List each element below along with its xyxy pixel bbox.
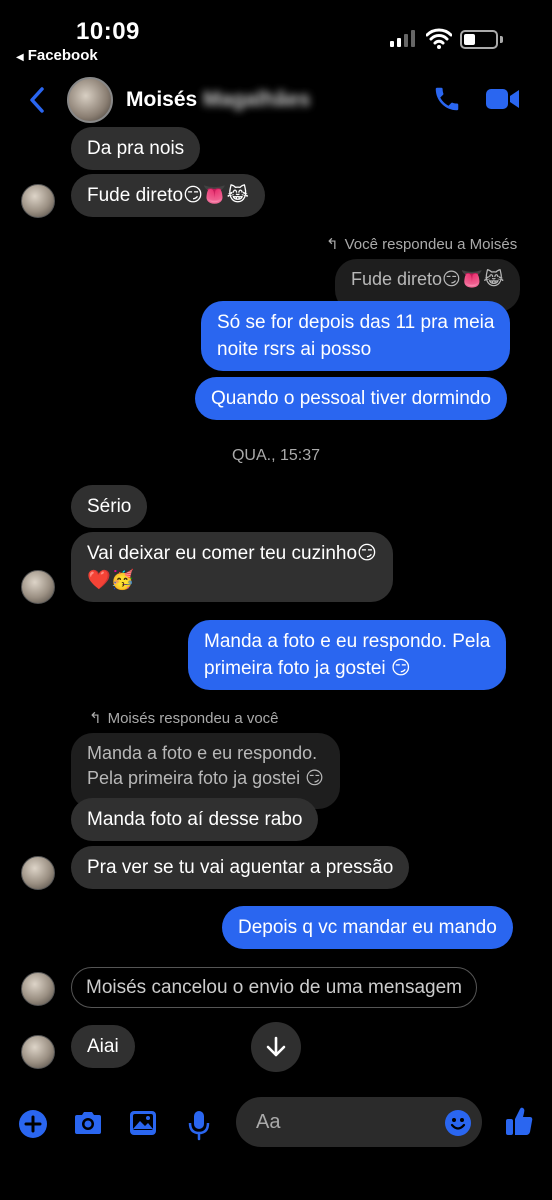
image-icon[interactable] — [128, 1109, 158, 1137]
sender-avatar — [21, 184, 55, 218]
battery-icon — [460, 30, 498, 49]
message-input[interactable]: Aa — [236, 1097, 482, 1147]
thumbs-up-icon[interactable] — [504, 1105, 534, 1137]
reply-label-text: Moisés respondeu a você — [107, 710, 279, 727]
scroll-to-bottom-button[interactable] — [251, 1022, 301, 1072]
message-line: ❤️🥳 — [87, 570, 135, 591]
back-triangle-icon: ◀ — [16, 52, 24, 63]
unsent-message-notice: Moisés cancelou o envio de uma mensagem — [71, 967, 477, 1008]
video-camera-icon[interactable] — [485, 86, 521, 112]
status-bar: 10:09 ◀ Facebook — [0, 0, 552, 70]
message-line: primeira foto ja gostei 😏 — [204, 658, 411, 679]
message-line: Vai deixar eu comer teu cuzinho😏 — [87, 543, 377, 564]
message-line: noite rsrs ai posso — [217, 339, 372, 360]
incoming-message[interactable]: Pra ver se tu vai aguentar a pressão — [71, 846, 410, 889]
reply-label-text: Você respondeu a Moisés — [344, 236, 518, 253]
camera-icon[interactable] — [72, 1109, 104, 1137]
message-input-placeholder: Aa — [256, 1111, 281, 1133]
wifi-icon — [426, 28, 452, 49]
incoming-message[interactable]: Sério — [71, 485, 148, 528]
outgoing-message[interactable]: Só se for depois das 11 pra meia noite r… — [201, 301, 511, 371]
incoming-message[interactable]: Vai deixar eu comer teu cuzinho😏 ❤️🥳 — [71, 532, 393, 602]
back-arrow-icon[interactable] — [24, 84, 52, 116]
status-time: 10:09 — [76, 18, 140, 45]
emoji-icon[interactable] — [444, 1109, 472, 1137]
contact-last-name-blurred: Magalhães — [203, 88, 311, 111]
reply-label: ↰ Você respondeu a Moisés — [326, 235, 517, 253]
reply-arrow-icon: ↰ — [89, 710, 102, 727]
sender-avatar — [21, 570, 55, 604]
incoming-message[interactable]: Da pra nois — [71, 127, 201, 170]
reply-label: ↰ Moisés respondeu a você — [89, 709, 279, 727]
incoming-message[interactable]: Aiai — [71, 1025, 135, 1068]
outgoing-message[interactable]: Quando o pessoal tiver dormindo — [195, 377, 507, 420]
timestamp-divider: QUA., 15:37 — [231, 447, 321, 464]
arrow-down-icon — [266, 1036, 286, 1057]
back-to-app-link[interactable]: ◀ Facebook — [16, 47, 98, 64]
conversation-header: Moisés Magalhães — [0, 72, 552, 128]
microphone-icon[interactable] — [186, 1109, 212, 1141]
phone-icon[interactable] — [432, 84, 462, 114]
reply-arrow-icon: ↰ — [326, 236, 339, 253]
plus-icon[interactable] — [18, 1109, 48, 1139]
incoming-message[interactable]: Manda foto aí desse rabo — [71, 798, 319, 841]
outgoing-message[interactable]: Manda a foto e eu respondo. Pela primeir… — [188, 620, 507, 690]
sender-avatar — [21, 856, 55, 890]
outgoing-message[interactable]: Depois q vc mandar eu mando — [222, 906, 513, 949]
back-app-label: Facebook — [27, 47, 98, 64]
contact-avatar[interactable] — [67, 77, 113, 123]
sender-avatar — [21, 972, 55, 1006]
message-line: Manda a foto e eu respondo. — [87, 743, 318, 763]
sender-avatar — [21, 1035, 55, 1069]
battery-tip — [500, 36, 503, 43]
contact-first-name: Moisés — [126, 88, 198, 111]
incoming-message[interactable]: Fude direto😏👅😹 — [71, 174, 265, 217]
contact-name[interactable]: Moisés Magalhães — [126, 88, 310, 112]
message-line: Só se for depois das 11 pra meia — [217, 312, 495, 333]
cellular-signal-icon — [390, 30, 415, 47]
message-composer: Aa — [0, 1095, 552, 1155]
message-line: Manda a foto e eu respondo. Pela — [204, 631, 491, 652]
message-line: Pela primeira foto ja gostei 😏 — [87, 768, 324, 788]
